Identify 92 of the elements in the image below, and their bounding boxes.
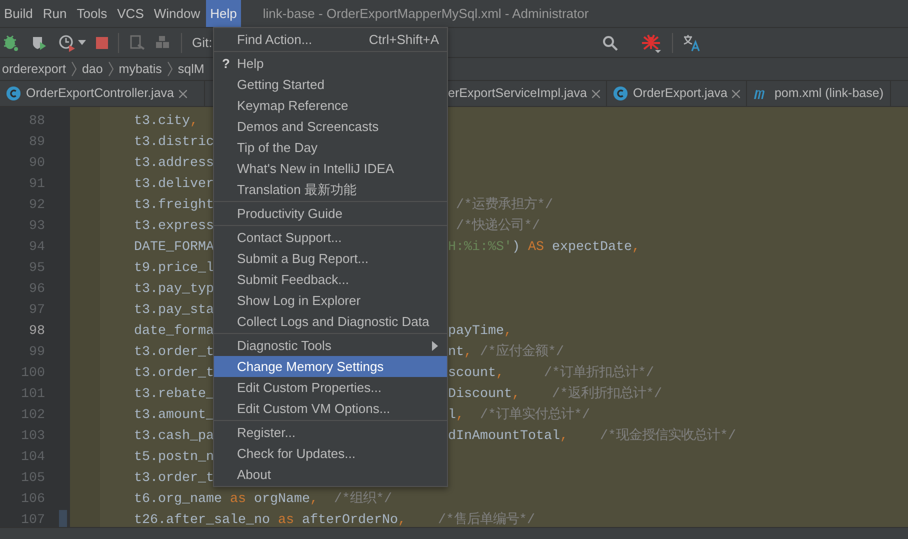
close-icon[interactable] [592, 90, 600, 98]
menu-entry[interactable]: Keymap Reference [214, 95, 447, 116]
code-text: t3.order_t [134, 345, 214, 360]
code-text: t3.address [134, 156, 214, 171]
menu-entry[interactable]: About [214, 464, 447, 485]
code-text: t3.amount_ [134, 408, 214, 423]
code-text: dInAmountTotal, /*现金授信实收总计*/ [448, 426, 736, 446]
vcs-label: Git: [192, 34, 212, 52]
code-text: t3.city, [134, 114, 198, 129]
breadcrumb-item[interactable]: orderexport [2, 60, 66, 78]
code-text: H:%i:%S') AS expectDate, [448, 239, 640, 257]
breadcrumb-item[interactable]: sqlM [178, 60, 204, 78]
class-icon [6, 86, 21, 101]
code-text: /*运费承担方*/ [454, 196, 553, 215]
cubes-icon[interactable] [155, 34, 171, 50]
menu-item[interactable]: Run [38, 0, 71, 27]
chevron-icon [166, 61, 173, 77]
entry-label: Diagnostic Tools [237, 336, 332, 355]
code-text: payTime, [448, 323, 512, 341]
debug-bug-icon[interactable] [2, 34, 20, 52]
menu-item[interactable]: VCS [113, 0, 148, 27]
chevron-icon [70, 61, 77, 77]
code-text: t6.org_name as orgName, /*组织*/ [134, 492, 392, 507]
menu-item[interactable]: Build [0, 0, 37, 27]
menu-entry[interactable]: Register... [214, 422, 447, 443]
code-text: t9.price_l [134, 261, 214, 276]
menu-entry[interactable]: What's New in IntelliJ IDEA [214, 158, 447, 179]
code-text: t3.order_t [134, 366, 214, 381]
tab-label: erExportServiceImpl.java [448, 85, 587, 102]
menu-entry[interactable]: Change Memory Settings [214, 356, 447, 377]
code-text: nt, /*应付金额*/ [448, 342, 564, 362]
tab-label: OrderExport.java [632, 85, 728, 102]
shortcut-text: Ctrl+Shift+A [368, 30, 439, 49]
code-text: date_forma [134, 324, 214, 339]
menu-entry[interactable]: ? Help [214, 53, 447, 74]
line-number: 98 [28, 323, 46, 341]
menu-item[interactable]: Tools [72, 0, 112, 27]
menu-entry[interactable]: Edit Custom Properties... [214, 377, 447, 398]
menu-entry[interactable]: Translation 最新功能 [214, 179, 447, 200]
file-tab[interactable]: OrderExportController.java [0, 81, 205, 106]
menu-entry[interactable]: Tip of the Day [214, 137, 447, 158]
menu-entry[interactable]: Check for Updates... [214, 443, 447, 464]
code-text: t3.express [134, 219, 214, 234]
class-icon [612, 86, 628, 101]
device-icon[interactable] [129, 34, 145, 50]
window-title: link-base - OrderExportMapperMySql.xml - Administrator [262, 4, 589, 23]
menu-item[interactable]: Window [150, 0, 204, 27]
code-text: t3.order_t [134, 471, 214, 486]
stop-icon[interactable] [96, 36, 108, 48]
menu-entry[interactable]: Show Log in Explorer [214, 290, 447, 311]
caret-icon[interactable] [78, 40, 86, 45]
profiler-clock-icon[interactable] [58, 34, 76, 52]
menu-entry[interactable]: Submit a Bug Report... [214, 248, 447, 269]
file-tab[interactable]: pom.xml (link-base) [747, 81, 890, 106]
code-text: t26.after_sale_no as afterOrderNo, /*售后单编号*/ [134, 513, 535, 527]
menu-entry[interactable]: Edit Custom VM Options... [214, 398, 447, 419]
code-text: t3.rebate_ [134, 387, 214, 402]
code-text: t3.pay_sta [134, 303, 214, 318]
menu-entry[interactable]: Demos and Screencasts [214, 116, 447, 137]
code-text: t3.cash_pa [134, 429, 214, 444]
code-text: t5.postn_n [134, 450, 214, 465]
menu-entry[interactable]: Productivity Guide [214, 203, 447, 224]
tab-label: pom.xml (link-base) [774, 85, 884, 102]
code-text: t3.distric [134, 135, 214, 150]
tab-label: OrderExportController.java [26, 85, 174, 102]
file-tab[interactable]: OrderExport.java [606, 81, 748, 106]
translate-icon[interactable] [683, 34, 702, 52]
menu-entry[interactable]: Find Action... Ctrl+Shift+A [214, 29, 447, 50]
bug-icon[interactable] [640, 32, 662, 52]
help-icon: ? [222, 54, 230, 74]
code-text: t3.freight [134, 198, 214, 213]
code-text: scount, /*订单折扣总计*/ [448, 364, 654, 383]
entry-label: Help [237, 54, 264, 73]
entry-label: Find Action... [237, 30, 312, 49]
code-text: t3.deliver [134, 177, 214, 192]
search-icon[interactable] [602, 34, 618, 50]
chevron-icon [108, 61, 114, 77]
breadcrumb-item[interactable]: dao [82, 60, 103, 78]
menu-item[interactable]: Help [206, 0, 241, 27]
close-icon[interactable] [732, 90, 740, 98]
code-text: l, /*订单实付总计*/ [448, 406, 590, 425]
menu-entry[interactable]: Getting Started [214, 74, 447, 95]
menu-entry[interactable]: Collect Logs and Diagnostic Data [214, 311, 447, 332]
breadcrumb-item[interactable]: mybatis [118, 60, 162, 78]
code-text: t3.pay_typ [134, 282, 214, 297]
close-icon[interactable] [178, 90, 187, 98]
code-text: DATE_FORMA [134, 240, 214, 255]
menu-entry[interactable]: Submit Feedback... [214, 269, 447, 290]
code-text: Discount, /*返利折扣总计*/ [448, 384, 662, 404]
menu-entry[interactable]: Diagnostic Tools [214, 335, 447, 356]
code-text: /*快递公司*/ [454, 216, 540, 236]
menu-entry[interactable]: Contact Support... [214, 227, 447, 248]
